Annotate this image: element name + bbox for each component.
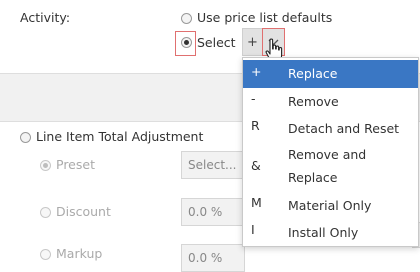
- menu-item-symbol: R: [251, 118, 260, 133]
- add-button[interactable]: +: [247, 35, 258, 50]
- discount-label: Discount: [56, 204, 111, 219]
- markup-input-value: 0.0 %: [188, 251, 223, 265]
- menu-item-symbol: &: [251, 158, 261, 173]
- preset-label: Preset: [56, 157, 95, 172]
- select-label[interactable]: Select: [197, 35, 236, 50]
- use-defaults-label[interactable]: Use price list defaults: [197, 10, 332, 25]
- select-radio[interactable]: [181, 37, 192, 48]
- discount-input[interactable]: 0.0 %: [181, 198, 245, 226]
- markup-input[interactable]: 0.0 %: [181, 244, 245, 272]
- discount-input-value: 0.0 %: [188, 205, 223, 219]
- menu-item-label: Detach and Reset: [288, 121, 400, 136]
- menu-item-remove[interactable]: - Remove: [243, 89, 418, 115]
- markup-label: Markup: [56, 246, 103, 261]
- menu-item-label: Remove: [288, 94, 339, 109]
- menu-item-label: Replace: [288, 66, 338, 81]
- activity-dropdown-menu: + Replace - Remove R Detach and Reset & …: [242, 57, 419, 247]
- adjustment-radio[interactable]: [20, 132, 31, 143]
- preset-select-value: Select...: [188, 158, 237, 172]
- menu-item-label: Install Only: [288, 225, 359, 240]
- menu-item-detach-reset[interactable]: R Detach and Reset: [243, 116, 418, 142]
- menu-item-label: Material Only: [288, 198, 372, 213]
- preset-select[interactable]: Select...: [181, 151, 251, 179]
- menu-item-label-line2: Replace: [288, 170, 338, 185]
- menu-item-replace[interactable]: + Replace: [243, 60, 418, 88]
- menu-item-install-only[interactable]: I Install Only: [243, 220, 418, 246]
- menu-item-material-only[interactable]: M Material Only: [243, 193, 418, 219]
- menu-item-symbol: -: [251, 91, 256, 106]
- menu-item-remove-replace[interactable]: & Remove and Replace: [243, 144, 418, 190]
- menu-item-label-line1: Remove and: [288, 147, 367, 162]
- menu-item-symbol: I: [251, 222, 255, 237]
- menu-item-symbol: +: [251, 64, 262, 79]
- activity-label: Activity:: [20, 10, 71, 25]
- adjustment-label[interactable]: Line Item Total Adjustment: [36, 129, 203, 144]
- discount-radio[interactable]: [40, 207, 51, 218]
- use-defaults-radio[interactable]: [181, 13, 192, 24]
- menu-item-symbol: M: [251, 195, 262, 210]
- preset-radio[interactable]: [40, 160, 51, 171]
